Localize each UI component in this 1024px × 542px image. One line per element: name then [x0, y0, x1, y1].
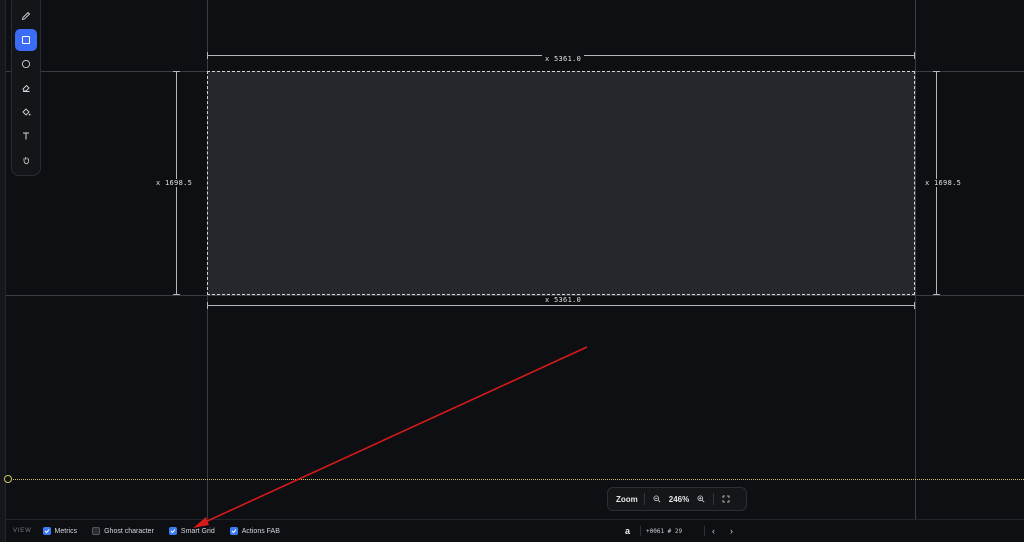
status-divider [640, 526, 641, 536]
check-icon [170, 529, 176, 534]
zoom-divider [713, 493, 715, 505]
rectangle-icon [22, 36, 30, 44]
zoom-label: Zoom [616, 494, 638, 504]
view-label: VIEW [13, 528, 32, 534]
glyph-editor: x 5361.0 x 5361.0 x 1698.5 x 1698.5 Zoom… [0, 0, 1024, 542]
zoom-in-icon [697, 495, 705, 503]
zoom-divider [643, 493, 645, 505]
hand-icon [23, 157, 29, 165]
fit-to-screen-button[interactable] [720, 493, 732, 505]
ghost-character-checkbox[interactable] [92, 527, 101, 535]
width-dimension-bottom [207, 302, 915, 309]
zoom-panel: Zoom 246% [607, 487, 747, 511]
circle-tool[interactable] [15, 53, 37, 75]
glyph-bounds[interactable] [207, 71, 915, 295]
fullscreen-icon [722, 495, 730, 503]
guide-bottom [6, 295, 1024, 296]
height-label-left: x 1698.5 [153, 179, 196, 187]
next-glyph-button[interactable]: › [730, 526, 733, 536]
status-bar: VIEW Metrics Ghost character Smart Grid … [6, 519, 1024, 542]
zoom-value: 246% [668, 494, 690, 504]
hand-tool[interactable] [15, 149, 37, 171]
rectangle-tool[interactable] [15, 29, 37, 51]
pencil-tool[interactable] [15, 5, 37, 27]
text-icon [23, 132, 29, 140]
current-character: a [625, 526, 631, 536]
height-label-right: x 1698.5 [922, 179, 965, 187]
ghost-character-toggle[interactable]: Ghost character [92, 527, 154, 535]
width-label-top: x 5361.0 [542, 55, 585, 63]
status-divider [704, 526, 705, 536]
fill-tool[interactable] [15, 101, 37, 123]
actions-fab-label: Actions FAB [241, 527, 280, 535]
zoom-out-icon [653, 495, 661, 503]
guide-right [915, 0, 916, 519]
eraser-tool[interactable] [15, 77, 37, 99]
check-icon [44, 529, 49, 534]
check-icon [231, 529, 237, 534]
actions-fab-toggle[interactable]: Actions FAB [229, 527, 280, 535]
ghost-character-label: Ghost character [104, 527, 154, 535]
eraser-icon [22, 84, 30, 92]
codepoint-readout: +0061 # 29 [646, 527, 683, 535]
pencil-icon [21, 11, 31, 21]
smart-grid-checkbox[interactable] [168, 527, 177, 535]
circle-icon [21, 59, 31, 69]
left-rail [0, 0, 6, 542]
zoom-in-button[interactable] [695, 493, 707, 505]
text-tool[interactable] [15, 125, 37, 147]
actions-fab-checkbox[interactable] [229, 527, 238, 535]
baseline-handle[interactable] [4, 475, 12, 483]
previous-glyph-button[interactable]: ‹ [712, 526, 715, 536]
width-label-bottom: x 5361.0 [542, 296, 585, 304]
fill-bucket-icon [22, 108, 31, 116]
baseline-guide [8, 479, 1024, 480]
zoom-out-button[interactable] [651, 493, 663, 505]
metrics-checkbox[interactable] [42, 527, 51, 535]
smart-grid-toggle[interactable]: Smart Grid [168, 527, 215, 535]
tool-palette [11, 0, 41, 176]
metrics-toggle[interactable]: Metrics [42, 527, 78, 535]
smart-grid-label: Smart Grid [180, 527, 215, 535]
metrics-label: Metrics [54, 527, 78, 535]
